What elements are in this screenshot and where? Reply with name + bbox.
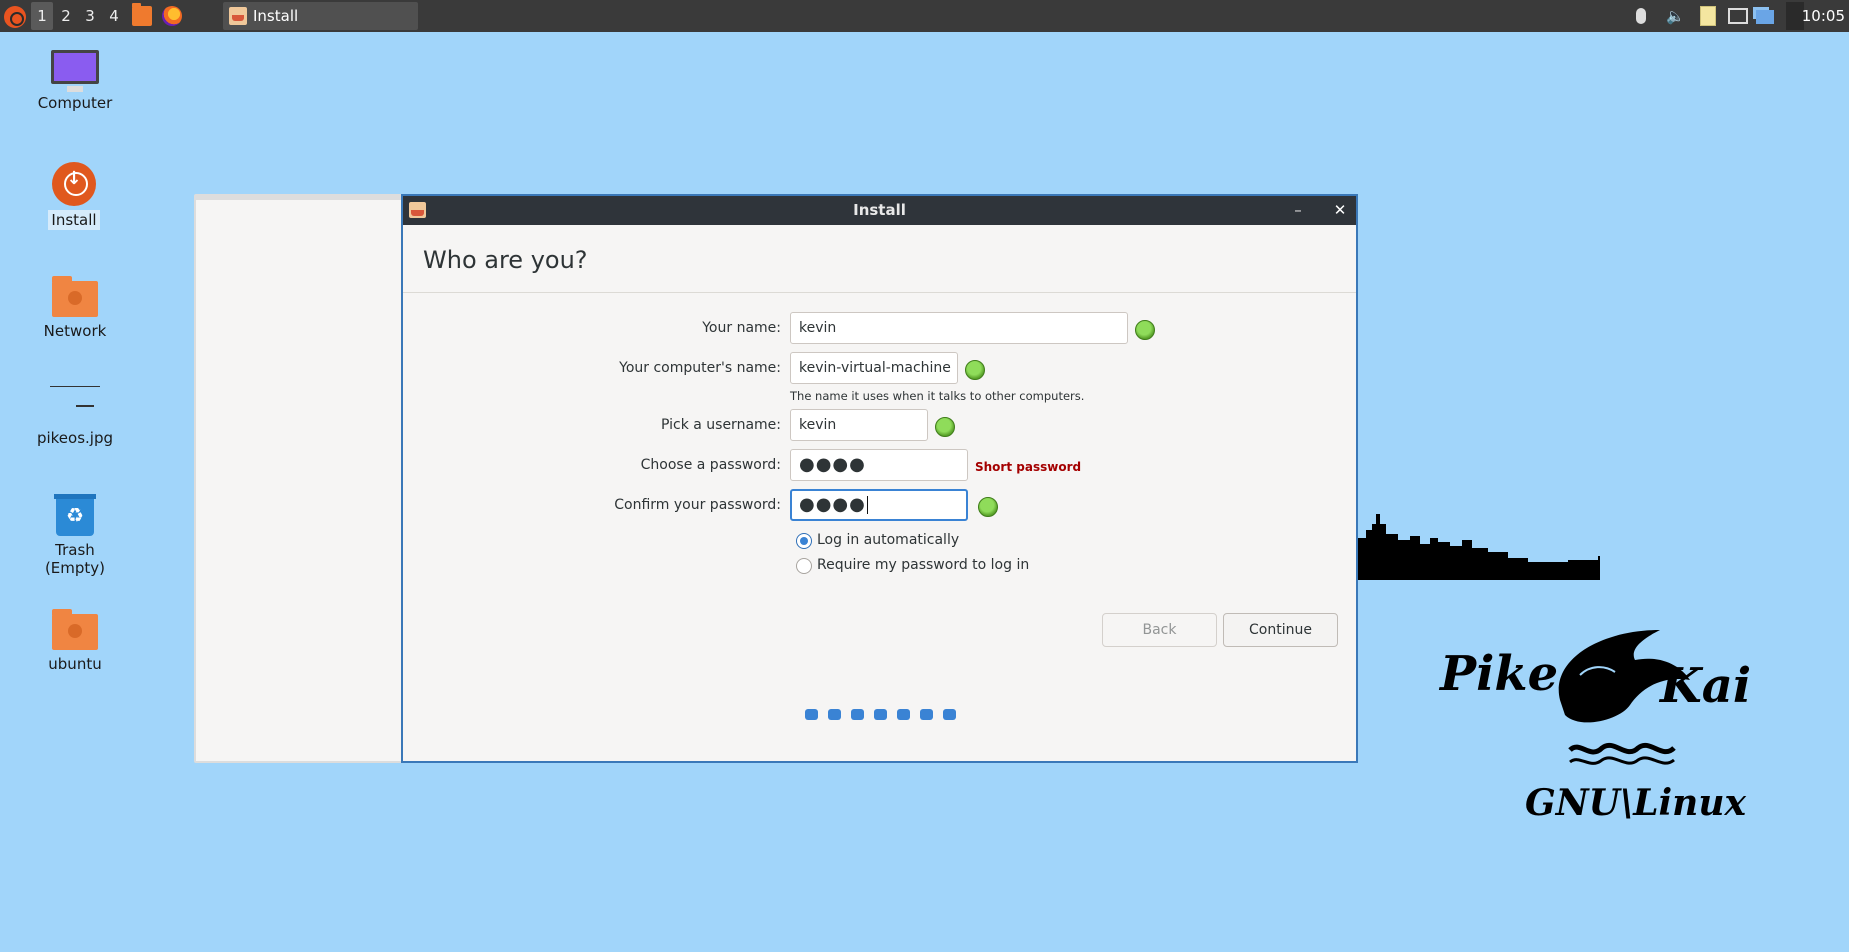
login-auto-label: Log in automatically bbox=[817, 532, 960, 548]
username-ok-icon bbox=[935, 417, 955, 437]
progress-dot bbox=[897, 709, 910, 720]
desktop-icon-label: Trash (Empty) bbox=[44, 541, 106, 577]
clipboard-icon[interactable] bbox=[1700, 6, 1716, 26]
password-strength-warning: Short password bbox=[975, 460, 1082, 474]
window-titlebar[interactable]: Install – ✕ bbox=[403, 196, 1356, 225]
computer-icon bbox=[51, 50, 99, 92]
svg-text:Pike: Pike bbox=[1438, 646, 1558, 702]
confirm-password-label: Confirm your password: bbox=[614, 497, 781, 513]
username-label: Pick a username: bbox=[660, 417, 781, 433]
menu-icon[interactable] bbox=[4, 6, 26, 28]
installer-icon bbox=[229, 7, 247, 25]
computer-name-hint: The name it uses when it talks to other … bbox=[790, 389, 1085, 403]
name-ok-icon bbox=[1135, 320, 1155, 340]
firefox-icon[interactable] bbox=[162, 6, 182, 26]
progress-dot bbox=[828, 709, 841, 720]
mouse-icon[interactable] bbox=[1636, 8, 1646, 24]
header-divider bbox=[403, 292, 1356, 293]
computer-name-input[interactable]: kevin-virtual-machine bbox=[790, 352, 958, 384]
desktop-icon-ubuntu[interactable]: ubuntu bbox=[20, 608, 130, 674]
wallpaper-skyline bbox=[1358, 514, 1600, 580]
file-manager-icon[interactable] bbox=[132, 3, 152, 26]
radio-selected[interactable] bbox=[796, 533, 812, 549]
progress-dot bbox=[874, 709, 887, 720]
desktop-icon-label: Computer bbox=[37, 94, 113, 112]
close-icon[interactable]: ✕ bbox=[1330, 196, 1350, 225]
confirm-password-value: ●●●● bbox=[799, 494, 866, 515]
desktop-icon-network[interactable]: Network bbox=[20, 275, 130, 341]
pike-kai-logo: Pike Kai GNU\Linux bbox=[1438, 630, 1751, 824]
password-label: Choose a password: bbox=[640, 457, 781, 473]
continue-button[interactable]: Continue bbox=[1223, 613, 1338, 647]
username-input[interactable]: kevin bbox=[790, 409, 928, 441]
volume-icon[interactable]: 🔈 bbox=[1666, 6, 1686, 26]
desktop-icon-trash[interactable]: Trash (Empty) bbox=[20, 494, 130, 578]
image-file-icon bbox=[50, 386, 100, 424]
desktop-icon-label: ubuntu bbox=[48, 655, 102, 673]
computer-name-label: Your computer's name: bbox=[619, 360, 781, 376]
confirm-password-input[interactable]: ●●●● bbox=[790, 489, 968, 521]
name-label: Your name: bbox=[702, 320, 781, 336]
progress-dot bbox=[920, 709, 933, 720]
workspace-4[interactable]: 4 bbox=[103, 2, 125, 30]
network-icon[interactable] bbox=[1756, 10, 1774, 24]
progress-dot bbox=[943, 709, 956, 720]
desktop-icon-label: pikeos.jpg bbox=[36, 429, 114, 447]
display-icon[interactable] bbox=[1728, 8, 1748, 24]
name-input[interactable]: kevin bbox=[790, 312, 1128, 344]
svg-text:GNU\Linux: GNU\Linux bbox=[1525, 782, 1747, 824]
desktop-icon-computer[interactable]: Computer bbox=[20, 50, 130, 113]
minimize-icon[interactable]: – bbox=[1288, 196, 1308, 225]
folder-icon bbox=[52, 609, 98, 650]
progress-dot bbox=[805, 709, 818, 720]
back-button[interactable]: Back bbox=[1102, 613, 1217, 647]
network-folder-icon bbox=[52, 276, 98, 317]
trash-icon bbox=[54, 494, 96, 536]
password-input[interactable]: ●●●● bbox=[790, 449, 968, 481]
taskbar-install-button[interactable]: Install bbox=[223, 2, 418, 30]
desktop-icon-pikeos-image[interactable]: pikeos.jpg bbox=[20, 386, 130, 448]
top-panel: 1 2 3 4 Install 🔈 10:05 bbox=[0, 0, 1849, 763]
clock[interactable]: 10:05 bbox=[1802, 0, 1845, 32]
page-title: Who are you? bbox=[423, 246, 588, 274]
install-icon bbox=[52, 162, 96, 206]
desktop-icon-label: Network bbox=[43, 322, 107, 340]
window-title: Install bbox=[853, 201, 906, 219]
progress-dot bbox=[851, 709, 864, 720]
workspace-3[interactable]: 3 bbox=[79, 2, 101, 30]
text-cursor bbox=[866, 496, 868, 514]
install-window: Install – ✕ Who are you? Your name: kevi… bbox=[401, 194, 1358, 763]
workspace-2[interactable]: 2 bbox=[55, 2, 77, 30]
taskbar-install-label: Install bbox=[253, 7, 299, 25]
login-password-label: Require my password to log in bbox=[817, 557, 1030, 573]
desktop-icon-label: Install bbox=[48, 210, 100, 230]
confirm-password-ok-icon bbox=[978, 497, 998, 517]
workspace-1[interactable]: 1 bbox=[31, 2, 53, 30]
svg-text:Kai: Kai bbox=[1658, 658, 1751, 714]
computer-name-ok-icon bbox=[965, 360, 985, 380]
radio-unselected[interactable] bbox=[796, 558, 812, 574]
desktop-icon-install[interactable]: Install bbox=[19, 162, 129, 230]
